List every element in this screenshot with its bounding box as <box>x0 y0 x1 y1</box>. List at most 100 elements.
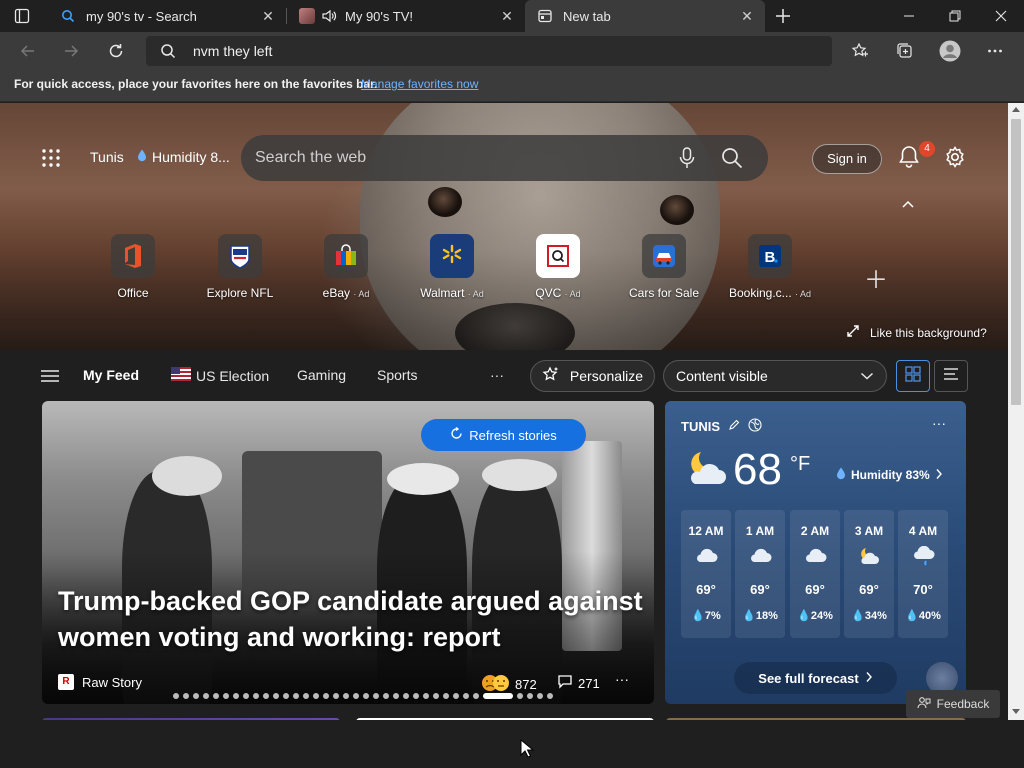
quick-link-ebay[interactable]: eBay · Ad <box>301 234 391 300</box>
carousel-dot[interactable] <box>233 693 239 699</box>
restore-icon[interactable] <box>932 0 978 32</box>
quick-link-office[interactable]: Office <box>88 234 178 300</box>
quick-link-nfl[interactable]: Explore NFL <box>195 234 285 300</box>
story-more-options-button[interactable]: ··· <box>615 671 629 687</box>
reactions-button[interactable]: 872 <box>481 674 537 695</box>
tab-us-election[interactable]: US Election <box>171 367 269 384</box>
carousel-dot[interactable] <box>463 693 469 699</box>
quick-link-walmart[interactable]: Walmart · Ad <box>407 234 497 300</box>
close-tab-icon[interactable]: ✕ <box>739 8 755 24</box>
refresh-icon[interactable] <box>100 35 132 67</box>
settings-more-icon[interactable] <box>979 35 1011 67</box>
carousel-dot[interactable] <box>293 693 299 699</box>
app-launcher-icon[interactable] <box>41 148 61 168</box>
quick-link-cars-for-sale[interactable]: Cars for Sale <box>619 234 709 300</box>
back-icon[interactable] <box>12 35 44 67</box>
carousel-dot[interactable] <box>303 693 309 699</box>
feedback-button[interactable]: Feedback <box>906 690 1000 718</box>
carousel-dot[interactable] <box>223 693 229 699</box>
carousel-dot[interactable] <box>323 693 329 699</box>
tab-my-feed[interactable]: My Feed <box>83 367 139 383</box>
carousel-dot[interactable] <box>353 693 359 699</box>
manage-favorites-link[interactable]: Manage favorites now <box>361 77 478 91</box>
carousel-dot[interactable] <box>193 693 199 699</box>
hourly-forecast-item[interactable]: 3 AM 69° 💧34% <box>844 510 894 638</box>
temperature-unit[interactable]: °F <box>790 453 810 476</box>
add-shortcut-plus-icon[interactable]: ＋ <box>864 260 888 295</box>
carousel-dot[interactable] <box>547 693 553 699</box>
collections-icon[interactable] <box>889 35 921 67</box>
carousel-dot[interactable] <box>333 693 339 699</box>
tab-gaming[interactable]: Gaming <box>297 367 346 383</box>
edit-pencil-icon[interactable] <box>728 419 740 434</box>
carousel-dot[interactable] <box>473 693 479 699</box>
hourly-forecast-item[interactable]: 1 AM 69° 💧18% <box>735 510 785 638</box>
tab-my-90s-tv[interactable]: My 90's TV! ✕ <box>287 0 525 32</box>
tab-new-tab[interactable]: New tab ✕ <box>525 0 765 32</box>
tab-actions-icon[interactable] <box>14 8 30 29</box>
search-icon[interactable] <box>721 147 743 174</box>
hourly-forecast-item[interactable]: 12 AM 69° 💧7% <box>681 510 731 638</box>
personalize-button[interactable]: Personalize <box>530 360 655 392</box>
carousel-dot[interactable] <box>383 693 389 699</box>
quick-link-booking[interactable]: B Booking.c... · Ad <box>725 234 815 300</box>
hourly-forecast-item[interactable]: 2 AM 69° 💧24% <box>790 510 840 638</box>
grid-view-button[interactable] <box>896 360 930 392</box>
carousel-dot[interactable] <box>173 693 179 699</box>
like-background-button[interactable]: Like this background? <box>846 324 987 341</box>
carousel-dot[interactable] <box>403 693 409 699</box>
new-tab-plus-icon[interactable] <box>774 7 792 30</box>
carousel-dot-active[interactable] <box>483 693 513 699</box>
carousel-dot[interactable] <box>363 693 369 699</box>
carousel-dot[interactable] <box>517 693 523 699</box>
notifications-bell-icon[interactable] <box>898 145 920 174</box>
carousel-dot[interactable] <box>263 693 269 699</box>
globe-icon[interactable] <box>748 418 762 435</box>
chevron-up-icon[interactable] <box>901 196 915 214</box>
story-headline[interactable]: Trump-backed GOP candidate argued agains… <box>58 583 648 655</box>
carousel-dot[interactable] <box>453 693 459 699</box>
profile-avatar-icon[interactable] <box>934 35 966 67</box>
forward-icon[interactable] <box>55 35 87 67</box>
web-search-box[interactable]: Search the web <box>241 135 768 181</box>
address-text[interactable]: nvm they left <box>193 43 272 59</box>
hamburger-menu-icon[interactable] <box>41 369 59 388</box>
carousel-dot[interactable] <box>183 693 189 699</box>
close-tab-icon[interactable]: ✕ <box>260 8 276 24</box>
quick-link-qvc[interactable]: QVC · Ad <box>513 234 603 300</box>
carousel-dot[interactable] <box>527 693 533 699</box>
humidity-summary[interactable]: Humidity 8... <box>137 149 230 165</box>
carousel-dot[interactable] <box>253 693 259 699</box>
carousel-dot[interactable] <box>413 693 419 699</box>
weather-more-options-button[interactable]: ··· <box>932 415 946 431</box>
carousel-dot[interactable] <box>343 693 349 699</box>
carousel-dot[interactable] <box>423 693 429 699</box>
carousel-dot[interactable] <box>373 693 379 699</box>
see-full-forecast-button[interactable]: See full forecast <box>734 662 897 694</box>
carousel-dot[interactable] <box>243 693 249 699</box>
feed-more-button[interactable]: ··· <box>490 367 504 383</box>
favorites-star-icon[interactable] <box>844 35 876 67</box>
page-scrollbar[interactable] <box>1008 103 1024 720</box>
scrollbar-thumb[interactable] <box>1011 119 1021 405</box>
minimize-icon[interactable] <box>886 0 932 32</box>
carousel-dots[interactable] <box>173 693 553 699</box>
audio-playing-icon[interactable] <box>321 8 337 24</box>
comments-button[interactable]: 271 <box>557 674 600 692</box>
weather-location[interactable]: TUNIS <box>681 418 762 435</box>
story-source[interactable]: R Raw Story <box>58 674 142 690</box>
content-visibility-dropdown[interactable]: Content visible <box>663 360 887 392</box>
scroll-up-arrow-icon[interactable] <box>1012 107 1020 112</box>
carousel-dot[interactable] <box>213 693 219 699</box>
hourly-forecast-item[interactable]: 4 AM 70° 💧40% <box>898 510 948 638</box>
sign-in-button[interactable]: Sign in <box>812 144 882 174</box>
carousel-dot[interactable] <box>273 693 279 699</box>
address-bar[interactable]: nvm they left <box>146 36 832 66</box>
carousel-dot[interactable] <box>313 693 319 699</box>
location-label[interactable]: Tunis <box>90 149 124 165</box>
microphone-icon[interactable] <box>677 147 697 174</box>
carousel-dot[interactable] <box>393 693 399 699</box>
carousel-dot[interactable] <box>203 693 209 699</box>
close-tab-icon[interactable]: ✕ <box>499 8 515 24</box>
carousel-dot[interactable] <box>537 693 543 699</box>
